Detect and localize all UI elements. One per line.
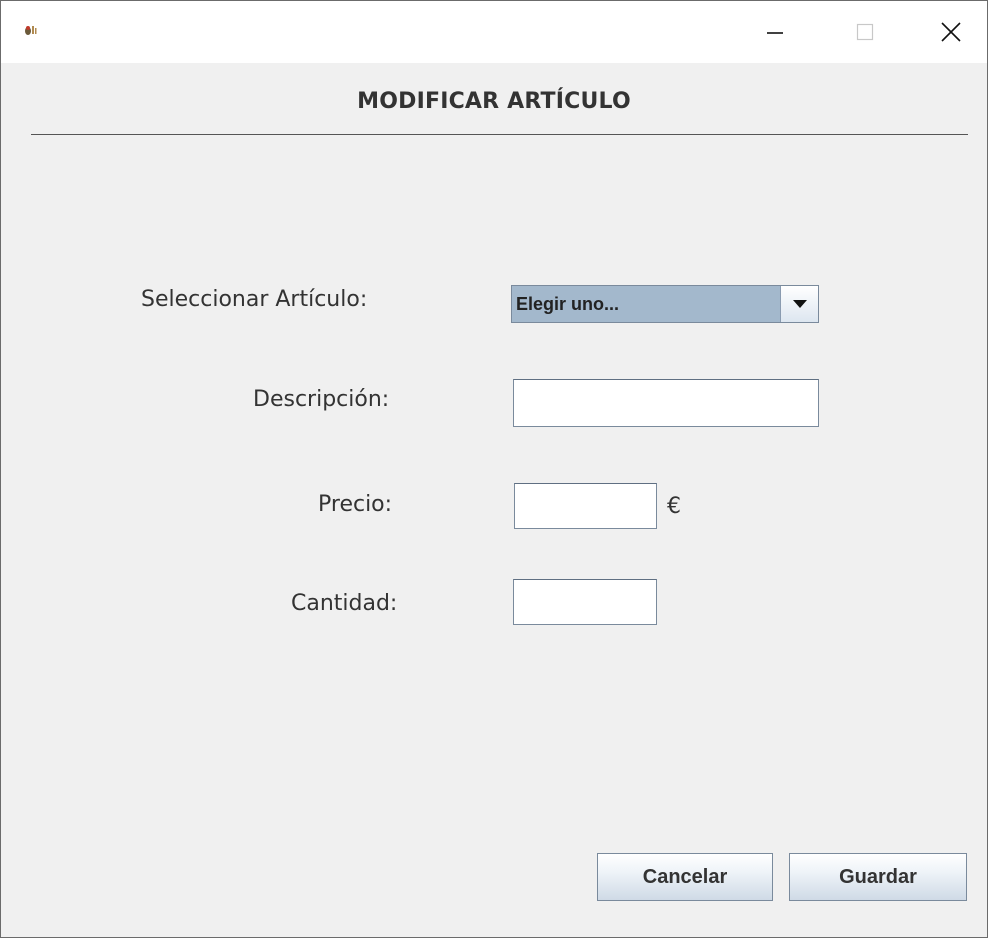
maximize-icon (856, 23, 874, 41)
descripcion-input[interactable] (513, 379, 819, 427)
article-select-value: Elegir uno... (516, 294, 620, 314)
cancel-button[interactable]: Cancelar (597, 853, 773, 901)
combo-arrow-button[interactable] (780, 286, 818, 322)
maximize-button[interactable] (825, 1, 905, 63)
title-divider (31, 134, 968, 135)
cantidad-label: Cantidad: (291, 591, 398, 616)
duke-java-icon (23, 23, 37, 37)
currency-unit: € (667, 494, 681, 519)
descripcion-label: Descripción: (253, 387, 390, 412)
form-panel: MODIFICAR ARTÍCULO Seleccionar Artículo:… (1, 63, 987, 937)
chevron-down-icon (792, 300, 807, 308)
dialog-window: MODIFICAR ARTÍCULO Seleccionar Artículo:… (0, 0, 988, 938)
article-select[interactable]: Elegir uno... (511, 285, 819, 323)
minimize-icon (767, 32, 783, 34)
save-button[interactable]: Guardar (789, 853, 967, 901)
minimize-button[interactable] (735, 1, 815, 63)
select-article-label: Seleccionar Artículo: (141, 287, 368, 312)
precio-input[interactable] (514, 483, 657, 529)
title-bar[interactable] (1, 1, 987, 63)
page-title: MODIFICAR ARTÍCULO (357, 89, 631, 114)
close-icon (941, 22, 961, 42)
close-button[interactable] (915, 1, 987, 63)
precio-label: Precio: (318, 492, 393, 517)
cantidad-input[interactable] (513, 579, 657, 625)
